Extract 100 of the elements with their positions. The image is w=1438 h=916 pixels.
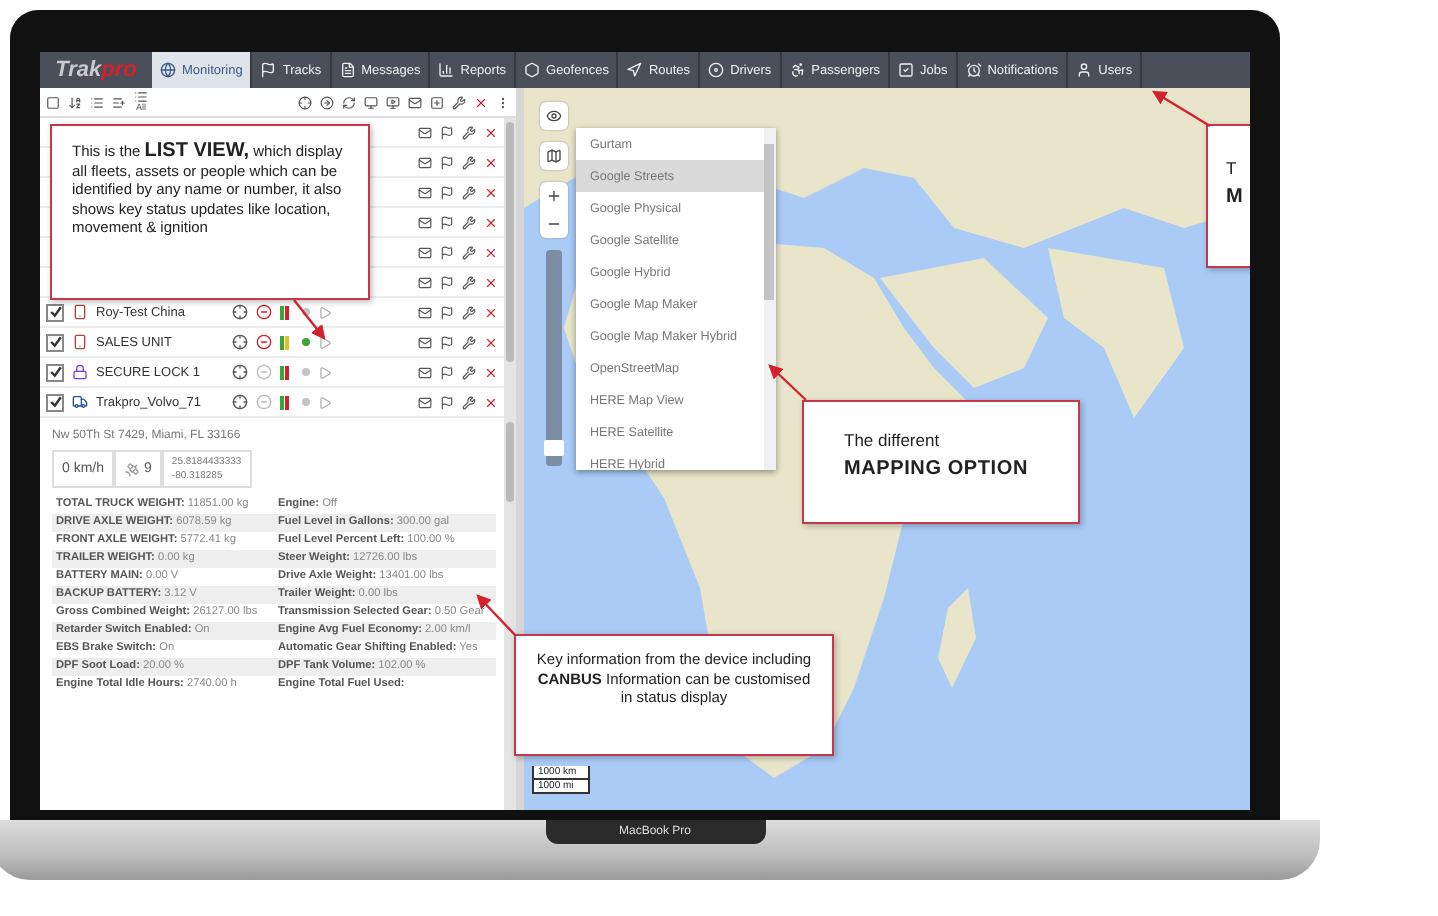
arrow [293, 299, 326, 340]
mail-icon[interactable] [418, 125, 432, 139]
mail-icon[interactable] [418, 365, 432, 379]
wrench-icon[interactable] [462, 125, 476, 139]
map-icon [546, 148, 562, 164]
check-square-icon [897, 62, 914, 78]
wrench-icon[interactable] [462, 305, 476, 319]
flag-icon[interactable] [440, 245, 454, 259]
flag-icon[interactable] [440, 305, 454, 319]
checkmark-icon [49, 336, 61, 348]
row-checkbox[interactable] [46, 303, 64, 321]
flag-icon[interactable] [440, 275, 454, 289]
flag-icon[interactable] [440, 335, 454, 349]
play-screen-icon[interactable] [386, 95, 400, 109]
flag-icon[interactable] [440, 125, 454, 139]
delete-icon[interactable] [484, 185, 498, 199]
add-icon[interactable] [430, 95, 444, 109]
map-layers-button[interactable] [540, 142, 568, 170]
monitor-icon[interactable] [364, 95, 378, 109]
phone-icon [72, 304, 88, 320]
bar-chart-icon [438, 62, 455, 78]
row-checkbox[interactable] [46, 363, 64, 381]
mail-icon[interactable] [418, 275, 432, 289]
crosshair-icon[interactable] [298, 95, 312, 109]
callout-text: The different [844, 430, 942, 450]
crosshair-icon[interactable] [232, 364, 248, 380]
slider-thumb[interactable] [544, 440, 564, 456]
delete-icon[interactable] [484, 125, 498, 139]
arrow [768, 364, 807, 401]
mail-icon[interactable] [418, 215, 432, 229]
wrench-icon[interactable] [462, 395, 476, 409]
callout-text: T [1226, 158, 1239, 178]
delete-icon[interactable] [484, 335, 498, 349]
flag-icon[interactable] [440, 155, 454, 169]
zoom-slider[interactable] [546, 250, 562, 466]
mail-icon[interactable] [418, 185, 432, 199]
select-all-icon[interactable] [46, 95, 60, 109]
refresh-icon[interactable] [342, 95, 356, 109]
plus-icon [546, 188, 562, 204]
delete-icon[interactable] [484, 395, 498, 409]
delete-icon[interactable] [484, 245, 498, 259]
wrench-icon[interactable] [462, 245, 476, 259]
crosshair-icon[interactable] [232, 334, 248, 350]
flag-icon[interactable] [440, 185, 454, 199]
wrench-icon[interactable] [462, 275, 476, 289]
hexagon-icon [524, 62, 541, 78]
delete-icon[interactable] [474, 95, 488, 109]
wrench-icon[interactable] [462, 215, 476, 229]
disc-icon [708, 62, 725, 78]
delete-icon[interactable] [484, 275, 498, 289]
callout-title: M [1226, 186, 1246, 208]
accessibility-icon [789, 62, 806, 78]
mail-icon[interactable] [408, 95, 422, 109]
phone-icon [72, 334, 88, 350]
visibility-button[interactable] [540, 102, 568, 130]
arrow-circle-icon[interactable] [320, 95, 334, 109]
more-icon[interactable] [496, 95, 510, 109]
checkmark-icon [49, 396, 61, 408]
minus-circle-icon [256, 394, 272, 410]
list-icon[interactable] [90, 95, 104, 109]
wrench-icon[interactable] [462, 365, 476, 379]
expand-list-icon[interactable] [112, 95, 126, 109]
mail-icon[interactable] [418, 395, 432, 409]
alarm-clock-icon [965, 62, 982, 78]
flag-icon [260, 62, 277, 78]
wrench-icon[interactable] [462, 155, 476, 169]
truck-icon [72, 394, 88, 410]
mail-icon[interactable] [418, 155, 432, 169]
minus-circle-icon [256, 364, 272, 380]
delete-icon[interactable] [484, 305, 498, 319]
sort-icon[interactable] [68, 95, 82, 109]
delete-icon[interactable] [484, 365, 498, 379]
satellite-icon [124, 461, 141, 477]
row-checkbox[interactable] [46, 333, 64, 351]
row-checkbox[interactable] [46, 393, 64, 411]
wrench-icon[interactable] [462, 335, 476, 349]
flag-icon[interactable] [440, 215, 454, 229]
flag-icon[interactable] [440, 365, 454, 379]
wrench-icon[interactable] [452, 95, 466, 109]
crosshair-icon[interactable] [232, 394, 248, 410]
play-icon[interactable] [318, 335, 332, 349]
checkmark-icon [49, 366, 61, 378]
user-icon [1076, 62, 1093, 78]
flag-icon[interactable] [440, 395, 454, 409]
delete-icon[interactable] [484, 155, 498, 169]
navigation-arrow-icon [626, 62, 643, 78]
mail-icon[interactable] [418, 335, 432, 349]
wrench-icon[interactable] [462, 185, 476, 199]
list-icon[interactable] [134, 90, 148, 105]
globe-icon [160, 62, 176, 78]
mail-icon[interactable] [418, 245, 432, 259]
delete-icon[interactable] [484, 215, 498, 229]
arrow [1151, 90, 1211, 128]
lock-icon [72, 364, 88, 380]
minus-circle-icon [256, 304, 272, 320]
callout-title: MAPPING OPTION [844, 458, 1030, 480]
mail-icon[interactable] [418, 305, 432, 319]
logo: Trakpro [53, 56, 139, 86]
crosshair-icon[interactable] [232, 304, 248, 320]
eye-icon [546, 108, 562, 124]
